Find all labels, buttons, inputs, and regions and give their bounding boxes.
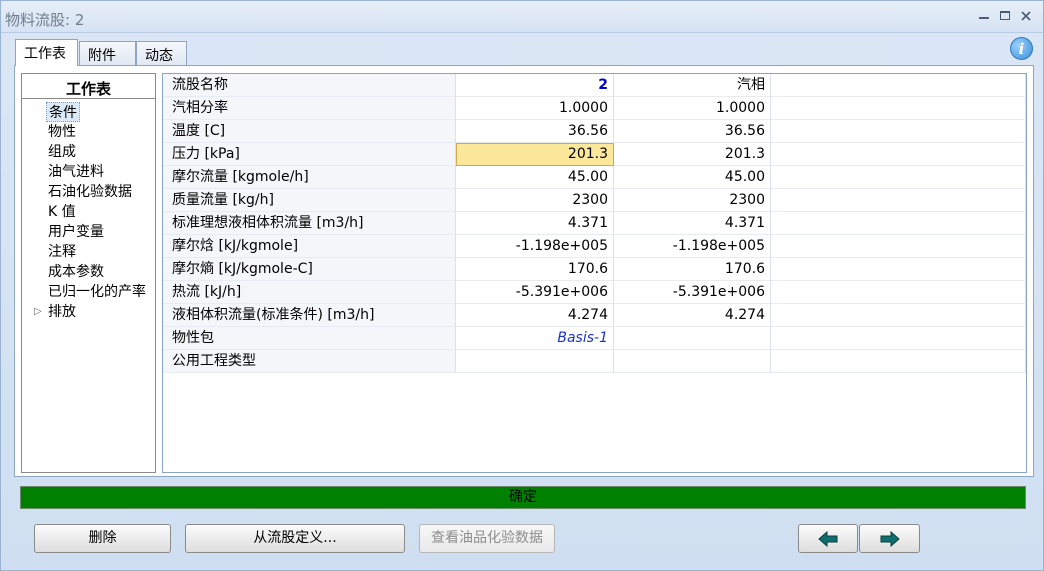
molar-enthalpy-phase-value: -1.198e+005 bbox=[614, 235, 771, 258]
row-label: 质量流量 [kg/h] bbox=[163, 189, 456, 212]
table-row: 摩尔流量 [kgmole/h] 45.00 45.00 bbox=[163, 166, 1026, 189]
nav-item-properties[interactable]: 物性 bbox=[48, 122, 76, 142]
table-row: 压力 [kPa] 201.3 201.3 bbox=[163, 143, 1026, 166]
liq-vol-flow-std-phase-value: 4.274 bbox=[614, 304, 771, 327]
fluid-package-link[interactable]: Basis-1 bbox=[456, 327, 614, 350]
row-label: 标准理想液相体积流量 [m3/h] bbox=[163, 212, 456, 235]
table-row: 温度 [C] 36.56 36.56 bbox=[163, 120, 1026, 143]
row-label: 压力 [kPa] bbox=[163, 143, 456, 166]
molar-entropy-phase-value: 170.6 bbox=[614, 258, 771, 281]
expand-arrow-icon[interactable]: ▷ bbox=[34, 306, 42, 317]
tab-worksheet[interactable]: 工作表 bbox=[15, 39, 78, 66]
empty-cell bbox=[771, 166, 1026, 189]
stream-name-value[interactable]: 2 bbox=[456, 74, 614, 97]
nav-item-user-variables[interactable]: 用户变量 bbox=[48, 222, 104, 242]
mass-flow-phase-value: 2300 bbox=[614, 189, 771, 212]
delete-button[interactable]: 删除 bbox=[34, 524, 171, 553]
row-label: 物性包 bbox=[163, 327, 456, 350]
nav-item-emissions[interactable]: 排放 bbox=[48, 302, 76, 322]
empty-cell bbox=[771, 235, 1026, 258]
empty-cell bbox=[771, 189, 1026, 212]
tab-attachments[interactable]: 附件 bbox=[79, 41, 136, 66]
table-row: 摩尔熵 [kJ/kgmole-C] 170.6 170.6 bbox=[163, 258, 1026, 281]
empty-cell bbox=[771, 74, 1026, 97]
nav-item-oil-feed[interactable]: 油气进料 bbox=[48, 162, 104, 182]
empty-cell bbox=[771, 350, 1026, 373]
tab-dynamics[interactable]: 动态 bbox=[136, 41, 187, 66]
status-bar: 确定 bbox=[20, 486, 1026, 509]
empty-cell bbox=[771, 212, 1026, 235]
arrow-right-icon bbox=[880, 530, 900, 548]
empty-cell bbox=[771, 281, 1026, 304]
molar-enthalpy-value[interactable]: -1.198e+005 bbox=[456, 235, 614, 258]
temperature-phase-value: 36.56 bbox=[614, 120, 771, 143]
empty-cell bbox=[771, 97, 1026, 120]
view-assay-button[interactable]: 查看油品化验数据 bbox=[419, 524, 555, 553]
table-row: 公用工程类型 bbox=[163, 350, 1026, 373]
row-label: 汽相分率 bbox=[163, 97, 456, 120]
std-liq-vol-flow-phase-value: 4.371 bbox=[614, 212, 771, 235]
nav-item-conditions[interactable]: 条件 bbox=[46, 102, 80, 122]
row-label: 流股名称 bbox=[163, 74, 456, 97]
window-title: 物料流股: 2 bbox=[5, 11, 85, 29]
next-stream-button[interactable] bbox=[859, 524, 920, 553]
nav-item-composition[interactable]: 组成 bbox=[48, 142, 76, 162]
empty-cell bbox=[771, 304, 1026, 327]
molar-flow-value[interactable]: 45.00 bbox=[456, 166, 614, 189]
define-from-stream-button[interactable]: 从流股定义... bbox=[185, 524, 405, 553]
close-icon[interactable] bbox=[1021, 11, 1031, 24]
empty-cell bbox=[771, 258, 1026, 281]
maximize-icon[interactable] bbox=[1000, 11, 1010, 20]
row-label: 摩尔流量 [kgmole/h] bbox=[163, 166, 456, 189]
empty-cell bbox=[771, 120, 1026, 143]
nav-item-petroleum-assay[interactable]: 石油化验数据 bbox=[48, 182, 132, 202]
worksheet-panel: 工作表 条件 物性 组成 油气进料 石油化验数据 K 值 用户变量 注释 成本参… bbox=[14, 65, 1034, 477]
mass-flow-value[interactable]: 2300 bbox=[456, 189, 614, 212]
info-icon[interactable]: i bbox=[1010, 37, 1033, 60]
empty-cell bbox=[771, 327, 1026, 350]
pressure-phase-value: 201.3 bbox=[614, 143, 771, 166]
conditions-grid: 流股名称 2 汽相 汽相分率 1.0000 1.0000 温度 [C] 36.5… bbox=[162, 73, 1027, 473]
arrow-left-icon bbox=[818, 530, 838, 548]
table-row: 流股名称 2 汽相 bbox=[163, 74, 1026, 97]
pressure-value[interactable]: 201.3 bbox=[456, 143, 614, 166]
table-row: 汽相分率 1.0000 1.0000 bbox=[163, 97, 1026, 120]
table-row: 物性包 Basis-1 bbox=[163, 327, 1026, 350]
row-label: 温度 [C] bbox=[163, 120, 456, 143]
table-row: 摩尔焓 [kJ/kgmole] -1.198e+005 -1.198e+005 bbox=[163, 235, 1026, 258]
molar-flow-phase-value: 45.00 bbox=[614, 166, 771, 189]
heat-flow-phase-value: -5.391e+006 bbox=[614, 281, 771, 304]
row-label: 液相体积流量(标准条件) [m3/h] bbox=[163, 304, 456, 327]
empty-cell bbox=[614, 327, 771, 350]
nav-item-notes[interactable]: 注释 bbox=[48, 242, 76, 262]
table-row: 质量流量 [kg/h] 2300 2300 bbox=[163, 189, 1026, 212]
utility-type-value[interactable] bbox=[456, 350, 614, 373]
row-label: 热流 [kJ/h] bbox=[163, 281, 456, 304]
title-bar: 物料流股: 2 bbox=[1, 1, 1043, 33]
vapour-fraction-phase-value: 1.0000 bbox=[614, 97, 771, 120]
nav-item-cost-params[interactable]: 成本参数 bbox=[48, 262, 104, 282]
temperature-value[interactable]: 36.56 bbox=[456, 120, 614, 143]
previous-stream-button[interactable] bbox=[798, 524, 858, 553]
molar-entropy-value[interactable]: 170.6 bbox=[456, 258, 614, 281]
minimize-icon[interactable] bbox=[979, 11, 989, 19]
worksheet-nav: 工作表 条件 物性 组成 油气进料 石油化验数据 K 值 用户变量 注释 成本参… bbox=[21, 73, 156, 473]
table-row: 液相体积流量(标准条件) [m3/h] 4.274 4.274 bbox=[163, 304, 1026, 327]
empty-cell bbox=[771, 143, 1026, 166]
nav-header: 工作表 bbox=[22, 74, 155, 99]
nav-item-normalized-yields[interactable]: 已归一化的产率 bbox=[48, 282, 146, 302]
row-label: 摩尔熵 [kJ/kgmole-C] bbox=[163, 258, 456, 281]
std-liq-vol-flow-value[interactable]: 4.371 bbox=[456, 212, 614, 235]
row-label: 公用工程类型 bbox=[163, 350, 456, 373]
empty-cell bbox=[614, 350, 771, 373]
heat-flow-value[interactable]: -5.391e+006 bbox=[456, 281, 614, 304]
nav-item-k-value[interactable]: K 值 bbox=[48, 202, 76, 222]
stream-window: 物料流股: 2 工作表 附件 动态 i 工作表 条件 物性 组成 油气进料 石油… bbox=[0, 0, 1044, 571]
row-label: 摩尔焓 [kJ/kgmole] bbox=[163, 235, 456, 258]
table-row: 热流 [kJ/h] -5.391e+006 -5.391e+006 bbox=[163, 281, 1026, 304]
table-row: 标准理想液相体积流量 [m3/h] 4.371 4.371 bbox=[163, 212, 1026, 235]
liq-vol-flow-std-value[interactable]: 4.274 bbox=[456, 304, 614, 327]
phase-column-header: 汽相 bbox=[614, 74, 771, 97]
vapour-fraction-value[interactable]: 1.0000 bbox=[456, 97, 614, 120]
